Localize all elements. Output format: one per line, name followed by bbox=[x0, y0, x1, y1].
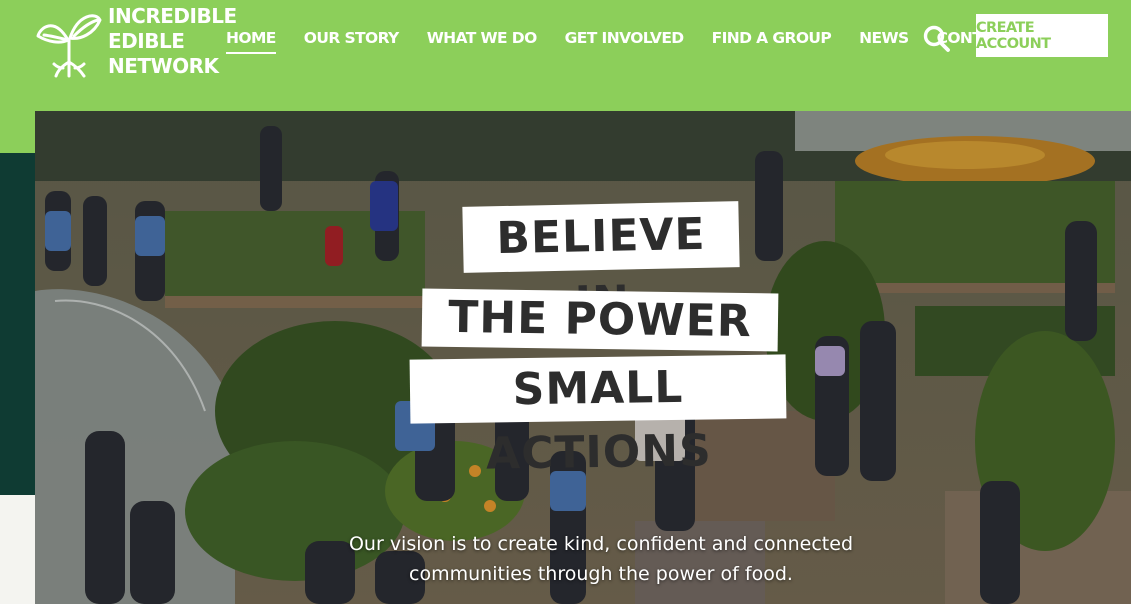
side-accent-dark bbox=[0, 153, 35, 495]
hero-banner: BELIEVE IN THE POWER OF SMALL ACTIONS Ou… bbox=[35, 111, 1131, 604]
site-logo[interactable]: INCREDIBLE EDIBLE NETWORK bbox=[34, 4, 237, 79]
vision-line-2: communities through the power of food. bbox=[409, 563, 793, 585]
side-accent-green bbox=[0, 111, 35, 153]
headline-line-1: BELIEVE IN bbox=[462, 201, 740, 329]
main-nav: HOME OUR STORY WHAT WE DO GET INVOLVED F… bbox=[226, 26, 1041, 54]
logo-line-2: EDIBLE bbox=[108, 29, 185, 53]
vision-statement: Our vision is to create kind, confident … bbox=[315, 529, 887, 589]
create-account-button[interactable]: CREATE ACCOUNT bbox=[976, 14, 1108, 57]
headline-line-3: SMALL ACTIONS bbox=[409, 354, 787, 480]
headline-line-2: THE POWER OF bbox=[421, 288, 779, 403]
nav-find-a-group[interactable]: FIND A GROUP bbox=[712, 26, 832, 54]
vision-line-1: Our vision is to create kind, confident … bbox=[348, 533, 854, 555]
nav-what-we-do[interactable]: WHAT WE DO bbox=[427, 26, 538, 54]
logo-wordmark: INCREDIBLE EDIBLE NETWORK bbox=[108, 4, 237, 79]
nav-news[interactable]: NEWS bbox=[859, 26, 909, 54]
nav-home[interactable]: HOME bbox=[226, 26, 276, 54]
nav-get-involved[interactable]: GET INVOLVED bbox=[565, 26, 685, 54]
search-icon[interactable] bbox=[922, 24, 952, 54]
logo-line-1: INCREDIBLE bbox=[108, 4, 237, 28]
logo-line-3: NETWORK bbox=[108, 54, 219, 78]
seedling-icon bbox=[36, 14, 102, 78]
side-accent-light bbox=[0, 495, 35, 604]
nav-our-story[interactable]: OUR STORY bbox=[304, 26, 400, 54]
site-header: INCREDIBLE EDIBLE NETWORK HOME OUR STORY… bbox=[0, 0, 1131, 111]
